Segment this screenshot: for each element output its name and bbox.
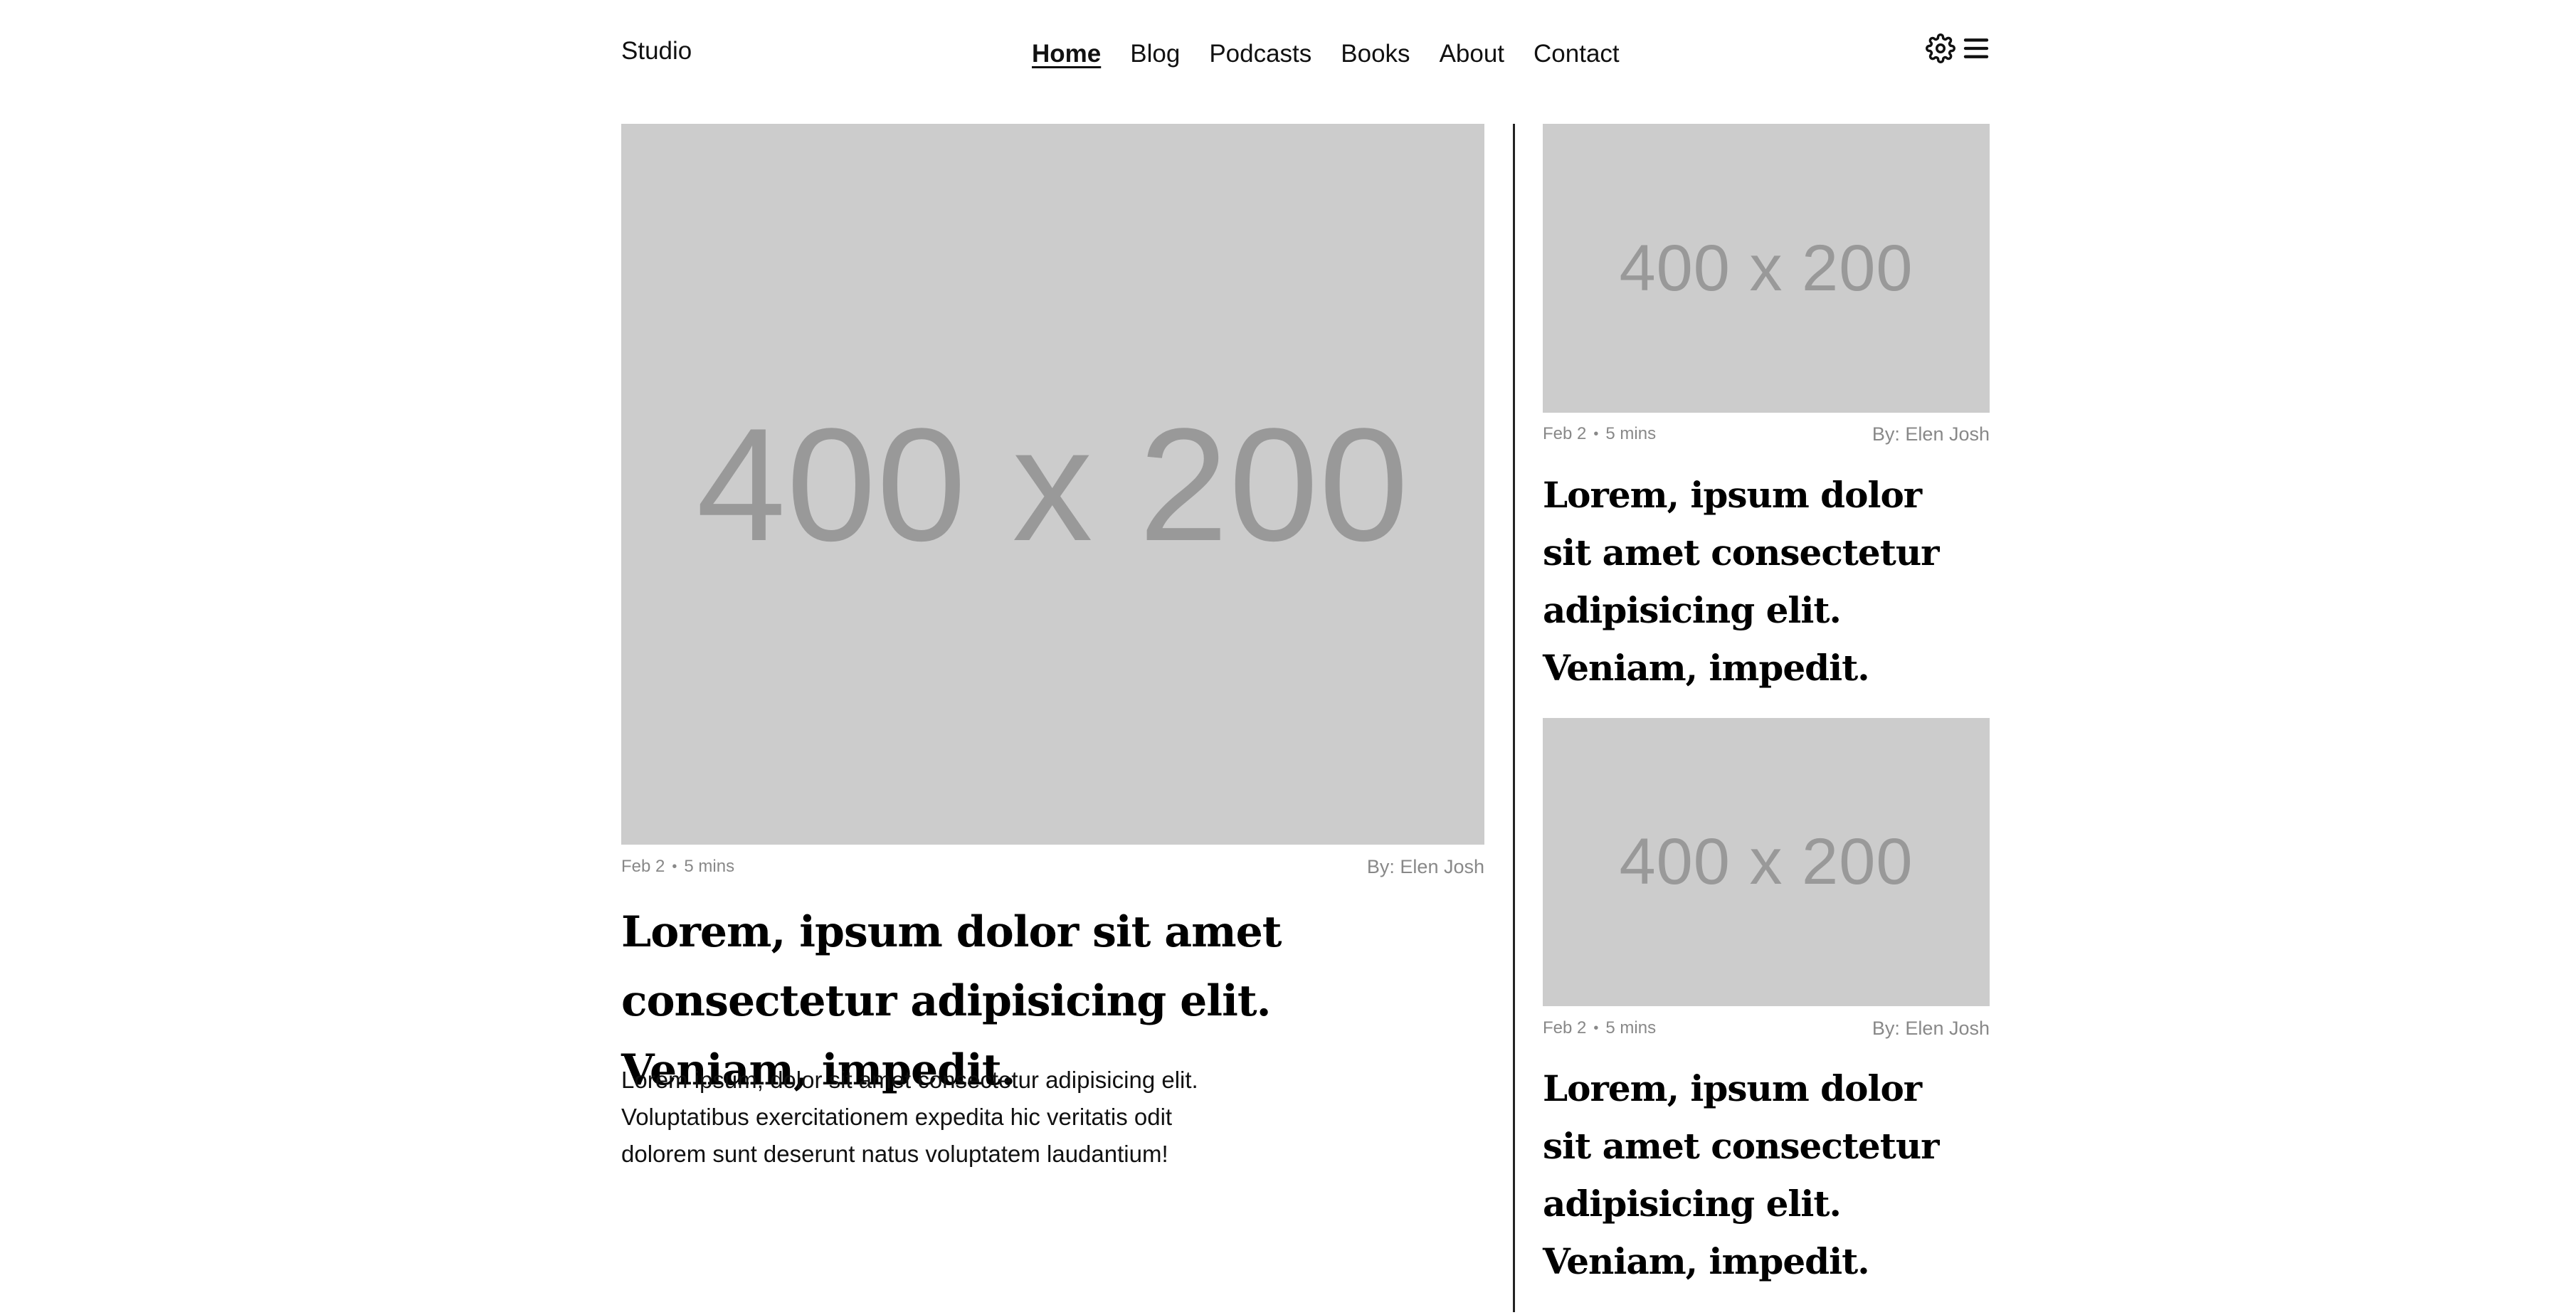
featured-post-meta: Feb 2 • 5 mins By: Elen Josh	[621, 854, 1484, 880]
post-date: Feb 2	[621, 857, 665, 876]
post-meta-left: Feb 2 • 5 mins	[1543, 424, 1656, 444]
post-date: Feb 2	[1543, 424, 1587, 443]
post-read-time: 5 mins	[1605, 424, 1657, 443]
nav-item-about[interactable]: About	[1440, 37, 1504, 71]
meta-separator: •	[1593, 1020, 1599, 1036]
gear-icon[interactable]	[1925, 33, 1956, 64]
nav-item-home[interactable]: Home	[1032, 37, 1101, 71]
nav-item-blog[interactable]: Blog	[1130, 37, 1180, 71]
header-actions	[1925, 33, 1992, 64]
meta-separator: •	[1593, 426, 1599, 442]
sidebar-post-meta: Feb 2 • 5 mins By: Elen Josh	[1543, 421, 1990, 447]
nav-item-podcasts[interactable]: Podcasts	[1209, 37, 1311, 71]
sidebar-post-image[interactable]: 400 x 200	[1543, 718, 1990, 1006]
post-date: Feb 2	[1543, 1018, 1587, 1037]
sidebar-post-image[interactable]: 400 x 200	[1543, 124, 1990, 413]
featured-post-image[interactable]: 400 x 200	[621, 124, 1484, 845]
post-author[interactable]: By: Elen Josh	[1872, 1018, 1990, 1040]
featured-post-excerpt: Lorem ipsum, dolor sit amet consectetur …	[621, 1067, 1198, 1167]
nav-item-books[interactable]: Books	[1341, 37, 1410, 71]
site-header: Studio Home Blog Podcasts Books About Co…	[0, 0, 2576, 107]
post-author[interactable]: By: Elen Josh	[1872, 423, 1990, 445]
meta-separator: •	[672, 858, 677, 875]
sidebar-post-title[interactable]: Lorem, ipsum dolor sit amet consectetur …	[1543, 1060, 1941, 1290]
post-author[interactable]: By: Elen Josh	[1367, 856, 1484, 878]
post-read-time: 5 mins	[1605, 1018, 1657, 1037]
post-meta-left: Feb 2 • 5 mins	[1543, 1018, 1656, 1038]
sidebar-post-title[interactable]: Lorem, ipsum dolor sit amet consectetur …	[1543, 466, 1941, 697]
column-divider	[1513, 124, 1515, 1312]
post-read-time: 5 mins	[684, 857, 735, 876]
brand-logo[interactable]: Studio	[621, 37, 692, 65]
menu-icon[interactable]	[1960, 33, 1992, 64]
main-nav: Home Blog Podcasts Books About Contact	[1032, 37, 1620, 71]
nav-item-contact[interactable]: Contact	[1534, 37, 1620, 71]
post-meta-left: Feb 2 • 5 mins	[621, 857, 734, 877]
sidebar-post-meta: Feb 2 • 5 mins By: Elen Josh	[1543, 1015, 1990, 1041]
